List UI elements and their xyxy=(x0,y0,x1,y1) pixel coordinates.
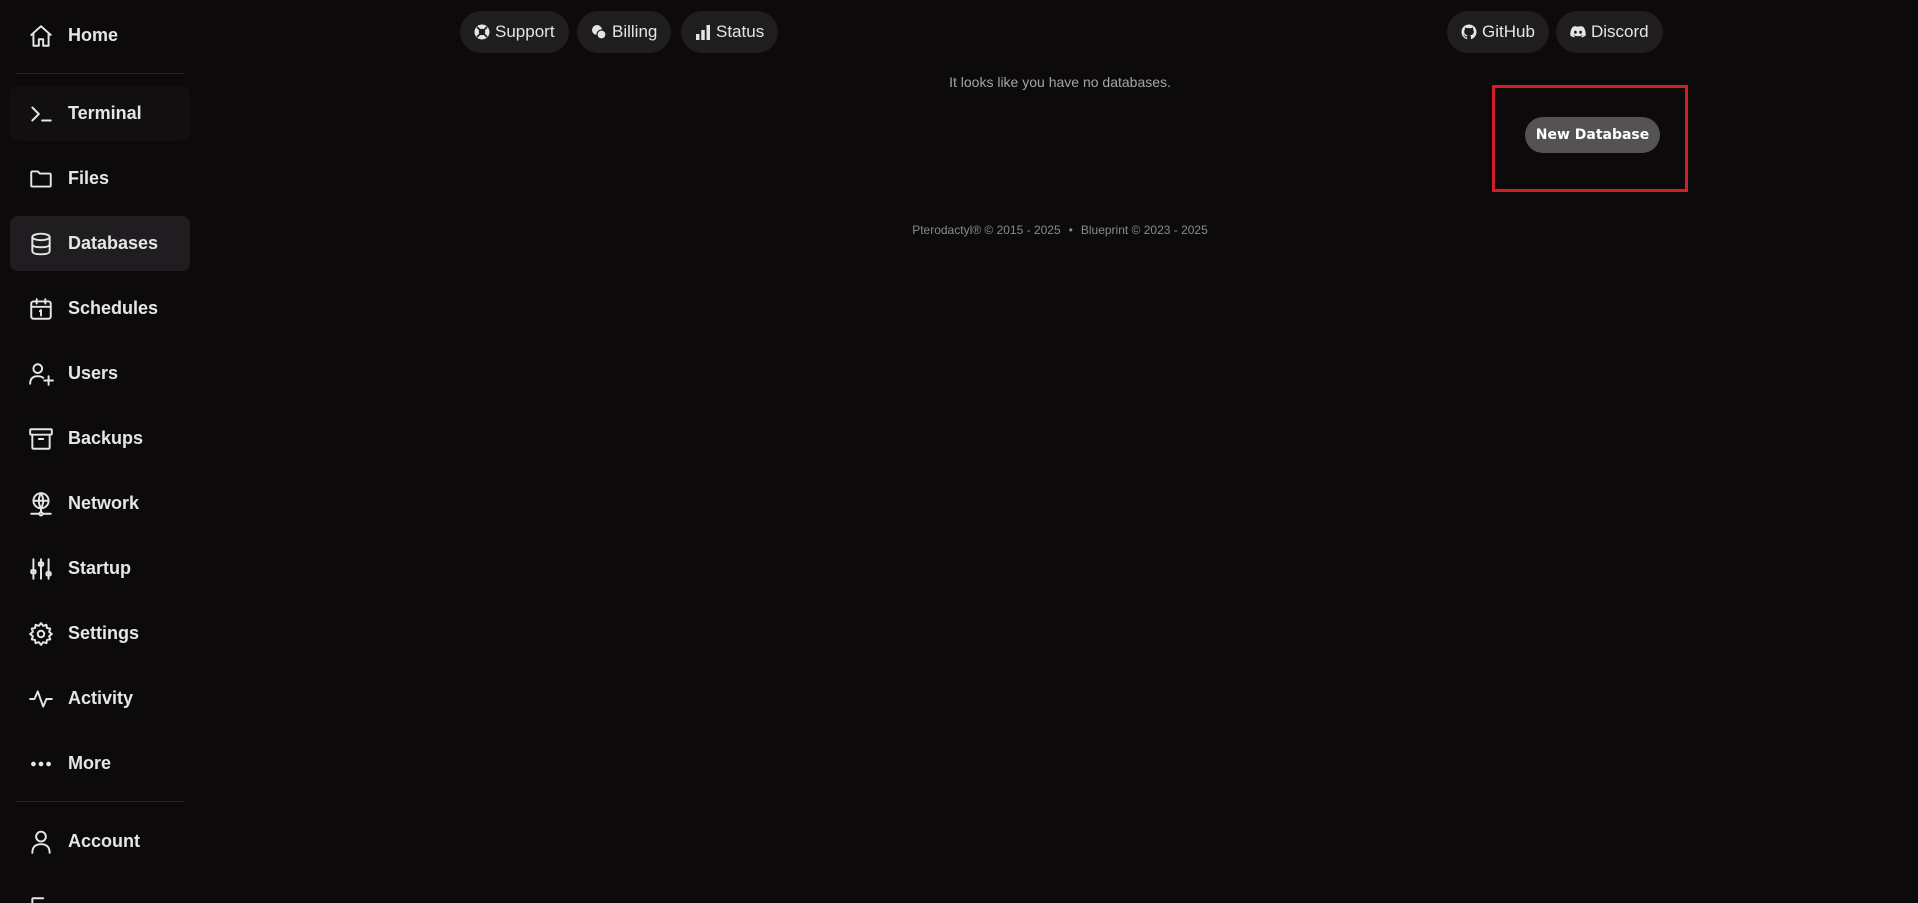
footer-separator: • xyxy=(1068,223,1073,237)
sidebar-item-label: Network xyxy=(68,493,140,513)
discord-link[interactable]: Discord xyxy=(1556,11,1663,53)
github-icon xyxy=(1461,24,1477,40)
sidebar-item-label: Terminal xyxy=(68,103,142,123)
folder-icon xyxy=(28,166,54,192)
sidebar-item-label: Backups xyxy=(68,428,144,448)
sliders-icon xyxy=(28,556,54,582)
calendar-icon xyxy=(28,296,54,322)
sidebar-item-label: Startup xyxy=(68,558,131,578)
support-label: Support xyxy=(495,22,555,41)
github-link[interactable]: GitHub xyxy=(1447,11,1549,53)
sidebar-item-label: Settings xyxy=(68,623,140,643)
status-label: Status xyxy=(716,22,765,41)
sidebar-item-partial[interactable] xyxy=(10,880,190,903)
sidebar-item-terminal[interactable]: Terminal xyxy=(10,86,190,141)
home-icon xyxy=(28,23,54,49)
sidebar-divider xyxy=(16,73,184,74)
discord-icon xyxy=(1570,24,1586,40)
sidebar-item-label: More xyxy=(68,753,112,773)
sidebar-item-activity[interactable]: Activity xyxy=(10,671,190,726)
sidebar-item-label: Users xyxy=(68,363,119,383)
sidebar-item-files[interactable]: Files xyxy=(10,151,190,206)
sidebar-item-label: Files xyxy=(68,168,110,188)
github-label: GitHub xyxy=(1482,22,1535,41)
empty-state-message: It looks like you have no databases. xyxy=(949,74,1171,90)
pterodactyl-copyright[interactable]: Pterodactyl® © 2015 - 2025 xyxy=(912,223,1060,237)
sidebar-item-more[interactable]: More xyxy=(10,736,190,791)
sidebar-item-backups[interactable]: Backups xyxy=(10,411,190,466)
sidebar-item-label: Home xyxy=(68,25,119,45)
sidebar-item-settings[interactable]: Settings xyxy=(10,606,190,661)
sidebar-item-home[interactable]: Home xyxy=(10,8,190,63)
archive-icon xyxy=(28,426,54,452)
sidebar-item-users[interactable]: Users xyxy=(10,346,190,401)
terminal-icon xyxy=(28,101,54,127)
globe-network-icon xyxy=(28,491,54,517)
signal-bars-icon xyxy=(695,24,711,40)
user-plus-icon xyxy=(28,361,54,387)
sidebar-item-label: Databases xyxy=(68,233,159,253)
blueprint-copyright[interactable]: Blueprint © 2023 - 2025 xyxy=(1081,223,1208,237)
logout-icon xyxy=(28,895,54,903)
lifebuoy-icon xyxy=(474,24,490,40)
sidebar-item-label: Account xyxy=(68,831,140,851)
billing-label: Billing xyxy=(612,22,658,41)
sidebar-divider xyxy=(16,801,184,802)
discord-label: Discord xyxy=(1591,22,1649,41)
coins-icon xyxy=(591,24,607,40)
support-link[interactable]: Support xyxy=(460,11,569,53)
gear-icon xyxy=(28,621,54,647)
activity-icon xyxy=(28,686,54,712)
sidebar-item-startup[interactable]: Startup xyxy=(10,541,190,596)
sidebar-item-network[interactable]: Network xyxy=(10,476,190,531)
footer: Pterodactyl® © 2015 - 2025 • Blueprint © 2… xyxy=(860,223,1260,237)
dots-icon xyxy=(28,751,54,777)
sidebar-item-label: Activity xyxy=(68,688,134,708)
user-icon xyxy=(28,829,54,855)
billing-link[interactable]: Billing xyxy=(577,11,672,53)
sidebar-item-account[interactable]: Account xyxy=(10,814,190,869)
new-database-button[interactable]: New Database xyxy=(1525,117,1660,153)
sidebar-item-label: Schedules xyxy=(68,298,159,318)
status-link[interactable]: Status xyxy=(681,11,779,53)
sidebar: Home Terminal Files Databases Schedules … xyxy=(0,0,190,903)
sidebar-item-databases[interactable]: Databases xyxy=(10,216,190,271)
sidebar-item-schedules[interactable]: Schedules xyxy=(10,281,190,336)
database-icon xyxy=(28,231,54,257)
